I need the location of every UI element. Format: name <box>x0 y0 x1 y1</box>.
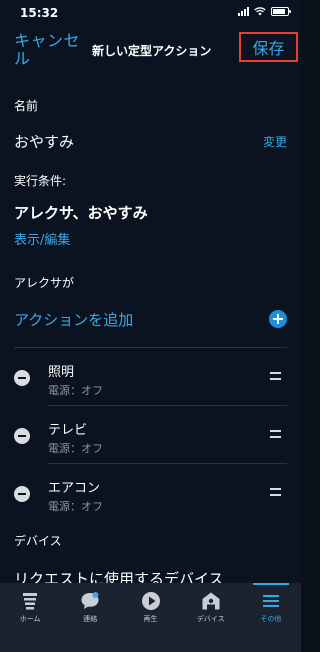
drag-handle-icon[interactable] <box>270 430 281 438</box>
devices-icon <box>202 592 220 610</box>
status-icons <box>238 6 291 16</box>
action-name: エアコン <box>48 481 101 496</box>
action-name: テレビ <box>48 423 88 438</box>
tab-more[interactable]: その他 <box>241 583 301 652</box>
remove-icon[interactable] <box>14 428 30 444</box>
tab-label: 再生 <box>143 615 158 623</box>
cancel-button[interactable]: キャンセル <box>14 32 84 68</box>
remove-icon[interactable] <box>14 486 30 502</box>
tab-label: 連絡 <box>83 615 98 623</box>
save-button[interactable]: 保存 <box>239 32 298 62</box>
trigger-phrase: アレクサ、おやすみ <box>14 204 148 222</box>
add-icon[interactable]: + <box>269 310 287 328</box>
routine-editor-screen: 15:32 キャンセル 新しい定型アクション 保存 名前 おやすみ 変更 実行条… <box>0 0 301 652</box>
remove-icon[interactable] <box>14 370 30 386</box>
tab-home[interactable]: ホーム <box>0 583 60 652</box>
play-icon <box>141 592 160 610</box>
status-time: 15:32 <box>20 6 59 20</box>
add-action-link[interactable]: アクションを追加 <box>14 309 133 330</box>
status-bar: 15:32 <box>0 0 301 22</box>
tab-play[interactable]: 再生 <box>120 583 180 652</box>
name-label: 名前 <box>14 99 39 113</box>
change-name-link[interactable]: 変更 <box>263 133 287 150</box>
menu-icon <box>262 595 279 607</box>
divider <box>14 347 287 348</box>
cellular-signal-icon <box>238 6 249 16</box>
routine-name: おやすみ <box>14 133 75 151</box>
tab-label: デバイス <box>196 615 225 623</box>
action-item[interactable]: テレビ 電源：オフ <box>0 408 301 464</box>
header: キャンセル 新しい定型アクション 保存 <box>0 24 301 76</box>
tab-label: その他 <box>260 615 282 623</box>
action-item[interactable]: エアコン 電源：オフ <box>0 466 301 522</box>
device-label: デバイス <box>14 534 62 548</box>
action-status: 電源：オフ <box>48 442 103 455</box>
action-item[interactable]: 照明 電源：オフ <box>0 350 301 406</box>
action-name: 照明 <box>48 365 75 380</box>
battery-icon <box>271 6 291 16</box>
chat-icon <box>81 592 99 609</box>
action-status: 電源：オフ <box>48 500 103 513</box>
drag-handle-icon[interactable] <box>270 488 281 496</box>
home-icon <box>23 593 38 610</box>
tab-label: ホーム <box>19 615 41 623</box>
alexa-actions-label: アレクサが <box>14 276 75 290</box>
action-status: 電源：オフ <box>48 384 103 397</box>
drag-handle-icon[interactable] <box>270 372 281 380</box>
divider <box>48 463 287 464</box>
tab-bar: ホーム 連絡 再生 デバイス その他 <box>0 583 301 652</box>
page-title: 新しい定型アクション <box>92 44 212 58</box>
tab-communicate[interactable]: 連絡 <box>60 583 120 652</box>
trigger-label: 実行条件: <box>14 174 67 188</box>
divider <box>48 405 287 406</box>
wifi-icon <box>254 6 266 15</box>
view-edit-trigger-link[interactable]: 表示/編集 <box>14 229 70 248</box>
tab-devices[interactable]: デバイス <box>181 583 241 652</box>
active-tab-indicator <box>252 583 290 585</box>
